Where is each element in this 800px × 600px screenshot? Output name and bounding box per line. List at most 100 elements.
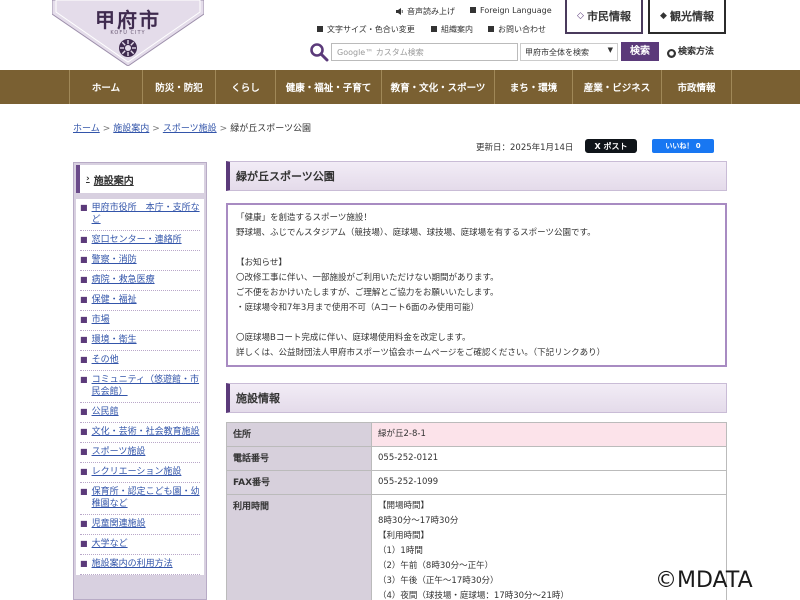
sidebar-item-sports[interactable]: ■ スポーツ施設 [80, 443, 200, 463]
sidebar-item-label: コミュニティ（悠遊館・市民会館） [91, 375, 200, 397]
gnav-item-living[interactable]: くらし [215, 70, 275, 104]
search-scope-value: 甲府市全体を検索 [525, 48, 589, 57]
gnav-item-health[interactable]: 健康・福祉・子育て [275, 70, 381, 104]
logo-title: 甲府市 [95, 8, 161, 32]
sidebar-item-label: 窓口センター・連絡所 [91, 235, 182, 245]
gnav-item-town[interactable]: まち・環境 [494, 70, 572, 104]
gnav-item-industry[interactable]: 産業・ビジネス [572, 70, 661, 104]
chevron-right-icon: › [86, 174, 90, 184]
notice-line: ご不便をおかけいたしますが、ご理解とご協力をお願いいたします。 [236, 288, 499, 298]
sidebar-item-other[interactable]: ■ その他 [80, 351, 200, 371]
sidebar-item-child[interactable]: ■ 児童関連施設 [80, 515, 200, 535]
sidebar-item-culture[interactable]: ■ 文化・芸術・社会教育施設 [80, 423, 200, 443]
sidebar-item-recreation[interactable]: ■ レクリエーション施設 [80, 463, 200, 483]
sidebar-title[interactable]: › 施設案内 [76, 165, 204, 193]
notice-line: 〇庭球場Bコート完成に伴い、庭球場使用料金を改定します。 [236, 333, 471, 343]
sidebar-item-label: 大学など [91, 539, 128, 549]
search-help-link[interactable]: ● 検索方法 [667, 44, 714, 58]
sidebar-title-label: 施設案内 [93, 175, 134, 187]
contact-link[interactable]: お問い合わせ [488, 24, 546, 35]
sidebar-item-label: 文化・芸術・社会教育施設 [91, 427, 200, 437]
breadcrumb-current: 緑が丘スポーツ公園 [230, 124, 312, 134]
search-help-label: 検索方法 [678, 47, 715, 57]
square-bullet-icon [317, 26, 323, 32]
sidebar-item-label: 児童関連施設 [91, 519, 146, 529]
search-icon [310, 43, 329, 62]
sidebar-item-label: 警察・消防 [91, 255, 137, 265]
search-button[interactable]: 検索 [621, 42, 659, 61]
bullet-icon: ■ [80, 559, 88, 568]
address-value: 緑が丘2-8-1 [371, 422, 727, 447]
bullet-icon: ■ [80, 203, 88, 212]
sidebar-item-university[interactable]: ■ 大学など [80, 535, 200, 555]
main-content: 緑が丘スポーツ公園 「健康」を創造するスポーツ施設！ 野球場、ふじでんスタジアム… [226, 161, 727, 600]
sidebar-item-market[interactable]: ■ 市場 [80, 311, 200, 331]
bullet-icon: ■ [80, 447, 88, 456]
sidebar-item-hospital[interactable]: ■ 病院・救急医療 [80, 271, 200, 291]
chevron-down-icon: ▼ [607, 46, 613, 54]
bullet-icon: ■ [80, 519, 88, 528]
foreign-language-link[interactable]: Foreign Language [470, 6, 552, 15]
tab-citizen-info-label: 市民情報 [586, 10, 631, 23]
organization-link[interactable]: 組織案内 [431, 24, 473, 35]
square-bullet-icon [470, 7, 476, 13]
sidebar-item-welfare[interactable]: ■ 保健・福祉 [80, 291, 200, 311]
sidebar-item-community[interactable]: ■ コミュニティ（悠遊館・市民会館） [80, 371, 200, 403]
table-row: 電話番号 055-252-0121 [226, 446, 727, 471]
sidebar-item-nursery[interactable]: ■ 保育所・認定こども園・幼稚園など [80, 483, 200, 515]
x-post-button[interactable]: X ポスト [585, 139, 637, 153]
audio-reader-link[interactable]: 音声読み上げ [396, 6, 455, 17]
square-bullet-icon [488, 26, 494, 32]
table-row: 利用時間 【開場時間】 8時30分～17時30分 【利用時間】 （1）1時間 （… [226, 494, 727, 600]
search-scope-select[interactable]: 甲府市全体を検索 ▼ [520, 43, 618, 61]
gnav-item-home[interactable]: ホーム [69, 70, 142, 104]
hours-line: 8時30分～17時30分 [378, 516, 459, 526]
sidebar-item-label: その他 [91, 355, 119, 365]
bullet-icon: ■ [80, 335, 88, 344]
facility-info-table: 住所 緑が丘2-8-1 電話番号 055-252-0121 FAX番号 055-… [226, 422, 727, 600]
notice-line: 「健康」を創造するスポーツ施設！ [236, 213, 372, 223]
sidebar-list: ■ 甲府市役所 本庁・支所など ■ 窓口センター・連絡所 ■ 警察・消防 ■ 病院・救急… [76, 199, 204, 575]
notice-line: 詳しくは、公益財団法人甲府市スポーツ協会ホームページをご確認ください。（下記リン… [236, 348, 606, 358]
speaker-icon [396, 8, 403, 15]
notice-line: 野球場、ふじでんスタジアム（競技場）、庭球場、球技場、庭球場を有するスポーツ公園… [236, 228, 596, 238]
bullet-icon: ■ [80, 427, 88, 436]
sidebar-item-label: 市場 [91, 315, 110, 325]
sidebar-item-how-to-use[interactable]: ■ 施設案内の利用方法 [80, 555, 200, 575]
fax-value: 055-252-1099 [371, 470, 727, 495]
logo-subtitle: KOFU CITY [110, 30, 146, 36]
diamond-arrow-icon: ◇ [577, 11, 584, 21]
gnav-item-city-admin[interactable]: 市政情報 [661, 70, 732, 104]
bullet-icon: ■ [80, 467, 88, 476]
font-color-change-label: 文字サイズ・色合い変更 [327, 25, 415, 34]
breadcrumb-facility[interactable]: 施設案内 [113, 124, 149, 134]
breadcrumb-home[interactable]: ホーム [73, 124, 100, 134]
breadcrumb: ホーム > 施設案内 > スポーツ施設 > 緑が丘スポーツ公園 [73, 121, 311, 134]
notice-line [236, 316, 717, 331]
gnav-item-education[interactable]: 教育・文化・スポーツ [381, 70, 494, 104]
facebook-like-button[interactable]: いいね！ 0 [652, 139, 714, 153]
tab-citizen-info[interactable]: ◇ 市民情報 [565, 0, 643, 34]
hours-line: 【利用時間】 [378, 531, 430, 541]
notice-line [236, 241, 717, 256]
bullet-icon: ■ [80, 295, 88, 304]
sidebar-item-window-center[interactable]: ■ 窓口センター・連絡所 [80, 231, 200, 251]
font-color-change-link[interactable]: 文字サイズ・色合い変更 [317, 24, 415, 35]
phone-value: 055-252-0121 [371, 446, 727, 471]
sidebar-item-community-hall[interactable]: ■ 公民館 [80, 403, 200, 423]
sidebar-item-police[interactable]: ■ 警察・消防 [80, 251, 200, 271]
sidebar-item-city-hall[interactable]: ■ 甲府市役所 本庁・支所など [80, 199, 200, 231]
breadcrumb-sports[interactable]: スポーツ施設 [163, 124, 217, 134]
bullet-icon: ■ [80, 275, 88, 284]
site-logo[interactable]: 甲府市 KOFU CITY [52, 0, 204, 66]
bullet-icon: ■ [80, 255, 88, 264]
search-input[interactable]: Google™ カスタム検索 [331, 43, 518, 61]
tab-tourism-info[interactable]: ◆ 観光情報 [648, 0, 726, 34]
hours-label: 利用時間 [226, 494, 372, 600]
bullet-icon: ■ [80, 487, 88, 496]
sidebar-item-environment[interactable]: ■ 環境・衛生 [80, 331, 200, 351]
gnav-item-disaster[interactable]: 防災・防犯 [142, 70, 215, 104]
fax-label: FAX番号 [226, 470, 372, 495]
site-header: 甲府市 KOFU CITY 音声読み上げ Foreign Language 文字… [0, 0, 800, 70]
sidebar-item-label: レクリエーション施設 [91, 467, 182, 477]
